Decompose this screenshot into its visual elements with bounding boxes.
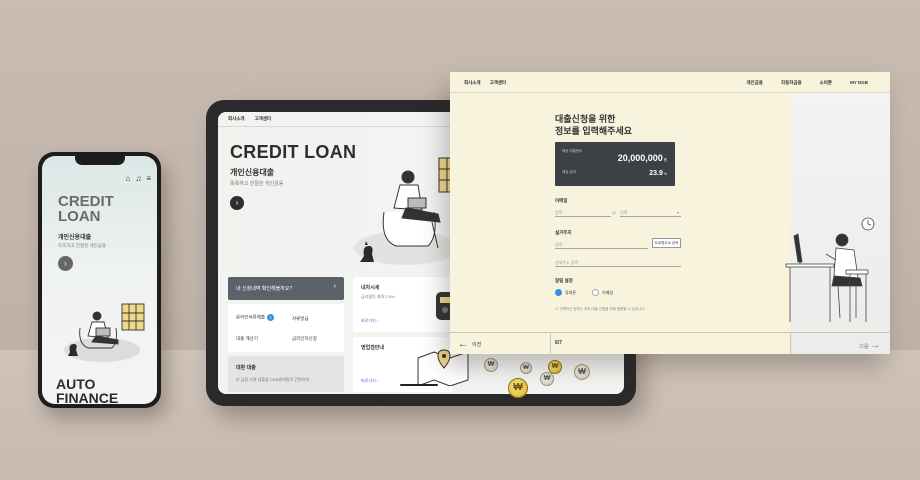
- address-search-button[interactable]: 도로명주소 검색: [652, 238, 681, 248]
- application-status-text: 내 신청내역 확인해볼까요?: [236, 286, 293, 292]
- loan-application-panel: 회사소개 고객센터 개인금융 자동차금융 소비툰 MY DGB 대출신청을 위한…: [450, 72, 890, 354]
- quick-menu-online-docs-label: 온라인서류제출: [236, 314, 265, 320]
- panel-nav-auto[interactable]: 자동차금융: [781, 80, 802, 86]
- next-button[interactable]: 다음 →: [859, 340, 880, 351]
- prev-button[interactable]: ← 이전: [458, 339, 481, 350]
- quick-menu-grid: 온라인서류제출 2 서류발급 대출 계산기 금리인하신청: [228, 304, 344, 352]
- at-sign: @: [612, 210, 617, 215]
- branch-link-label: 바로가기: [361, 378, 376, 383]
- limit-value: 20,000,000원: [618, 153, 667, 163]
- next-label: 다음: [859, 344, 869, 350]
- phone-illustration: [64, 303, 145, 362]
- bell-icon[interactable]: ♫: [135, 174, 141, 183]
- radio-phone[interactable]: 휴대폰: [555, 289, 576, 296]
- email-id-field[interactable]: 입력: [555, 208, 611, 217]
- loan-summary-card: 예상 대출한도 20,000,000원 예상 금리 23.9%: [555, 142, 675, 186]
- refinance-title: 대환 대출: [236, 365, 256, 371]
- phone-description: 똑똑하고 친절한 개인금융: [58, 243, 107, 248]
- application-status-card[interactable]: 내 신청내역 확인해볼까요? ›: [228, 277, 344, 300]
- prev-label: 이전: [472, 342, 482, 348]
- coin-icon: ₩: [508, 378, 528, 398]
- tablet-title: CREDIT LOAN: [230, 142, 357, 162]
- coin-icon: ₩: [574, 364, 590, 380]
- limit-amount: 20,000,000: [617, 153, 663, 163]
- form-note: ※ 선택하신 정보는 추후 대출 진행을 위해 활용될 수 있습니다.: [555, 307, 646, 311]
- refinance-text: 타 금융 기관 대출을 DGB캐피탈로 간편하게: [236, 377, 310, 382]
- arrow-right-icon: →: [870, 340, 880, 351]
- rate-unit: %: [663, 172, 667, 176]
- panel-nav-right: 개인금융 자동차금융 소비툰 MY DGB: [746, 80, 868, 86]
- address-label: 실거주지: [555, 230, 572, 235]
- home-icon[interactable]: ⌂: [125, 174, 130, 183]
- quick-menu-loan-calculator[interactable]: 대출 계산기: [236, 336, 258, 342]
- rate-amount: 23.9: [649, 170, 663, 177]
- quick-menu-online-docs[interactable]: 온라인서류제출 2: [236, 314, 274, 321]
- page-indicator: 6/7: [555, 340, 562, 346]
- tablet-next-button[interactable]: ›: [230, 196, 244, 210]
- panel-footer-divider: [450, 332, 890, 333]
- phone-footer-title: AUTO FINANCE: [56, 376, 119, 404]
- menu-icon[interactable]: ≡: [146, 174, 151, 183]
- count-badge: 2: [266, 314, 274, 321]
- tablet-nav-company[interactable]: 회사소개: [228, 116, 245, 122]
- radio-email[interactable]: 이메일: [592, 289, 613, 296]
- car-price-link[interactable]: 바로가기 ›: [361, 318, 378, 324]
- email-domain-select[interactable]: 선택 ▾: [620, 208, 681, 217]
- rate-value: 23.9%: [649, 170, 667, 177]
- tablet-description: 똑똑하고 친절한 개인금융: [230, 181, 284, 187]
- panel-nav-left: 회사소개 고객센터: [464, 80, 506, 86]
- rate-label: 예상 금리: [562, 170, 576, 174]
- panel-heading-line2: 정보를 입력해주세요: [555, 126, 633, 136]
- panel-nav-consumer[interactable]: 소비툰: [820, 80, 832, 86]
- radio-phone-label: 휴대폰: [565, 289, 577, 295]
- phone-subtitle: 개인신용대출: [58, 235, 92, 241]
- panel-nav-my[interactable]: MY DGB: [850, 80, 868, 86]
- quick-menu-rate-cut[interactable]: 금리인하신청: [292, 336, 317, 342]
- phone-title: CREDIT LOAN: [58, 193, 114, 225]
- phone-notch: [75, 156, 125, 165]
- panel-nav-company[interactable]: 회사소개: [464, 80, 481, 86]
- panel-illustration: [785, 217, 875, 322]
- radio-email-label: 이메일: [602, 289, 614, 295]
- panel-nav-divider: [450, 92, 890, 93]
- chevron-right-icon: ›: [333, 283, 336, 290]
- tablet-nav-support[interactable]: 고객센터: [255, 116, 272, 122]
- radio-unchecked-icon: [592, 289, 599, 296]
- panel-nav-support[interactable]: 고객센터: [490, 80, 507, 86]
- branch-link[interactable]: 바로가기 ›: [361, 378, 378, 384]
- coin-icon: ₩: [540, 372, 554, 386]
- address-search-field[interactable]: 검색: [555, 240, 648, 249]
- tablet-subtitle: 개인신용대출: [230, 168, 275, 177]
- refinance-card[interactable]: 대환 대출 타 금융 기관 대출을 DGB캐피탈로 간편하게: [228, 356, 344, 392]
- phone-device: ⌂ ♫ ≡ CREDIT LOAN 개인신용대출 똑똑하고 친절한 개인금융 ›…: [38, 152, 161, 408]
- pager-divider: [790, 332, 791, 354]
- address-detail-field[interactable]: 상세주소 입력: [555, 258, 681, 267]
- home-indicator: [400, 384, 438, 386]
- panel-nav-personal[interactable]: 개인금융: [746, 80, 763, 86]
- chevron-down-icon: ▾: [676, 210, 679, 215]
- radio-checked-icon: [555, 289, 562, 296]
- limit-unit: 원: [663, 158, 667, 162]
- coin-icon: ₩: [548, 360, 562, 374]
- notification-label: 알림 설정: [555, 278, 573, 283]
- limit-label: 예상 대출한도: [562, 149, 583, 153]
- phone-header-icons: ⌂ ♫ ≡: [125, 174, 151, 183]
- car-price-link-label: 바로가기: [361, 318, 376, 323]
- quick-menu-doc-issue[interactable]: 서류발급: [292, 316, 309, 322]
- coin-icon: ₩: [484, 358, 498, 372]
- email-label: 이메일: [555, 198, 568, 203]
- tablet-nav: 회사소개 고객센터: [228, 116, 271, 122]
- coin-icon: ₩: [520, 362, 532, 374]
- pager-divider: [550, 332, 551, 354]
- email-domain-value: 선택: [620, 210, 628, 215]
- arrow-left-icon: ←: [458, 339, 468, 350]
- phone-screen: ⌂ ♫ ≡ CREDIT LOAN 개인신용대출 똑똑하고 친절한 개인금융 ›…: [42, 156, 157, 404]
